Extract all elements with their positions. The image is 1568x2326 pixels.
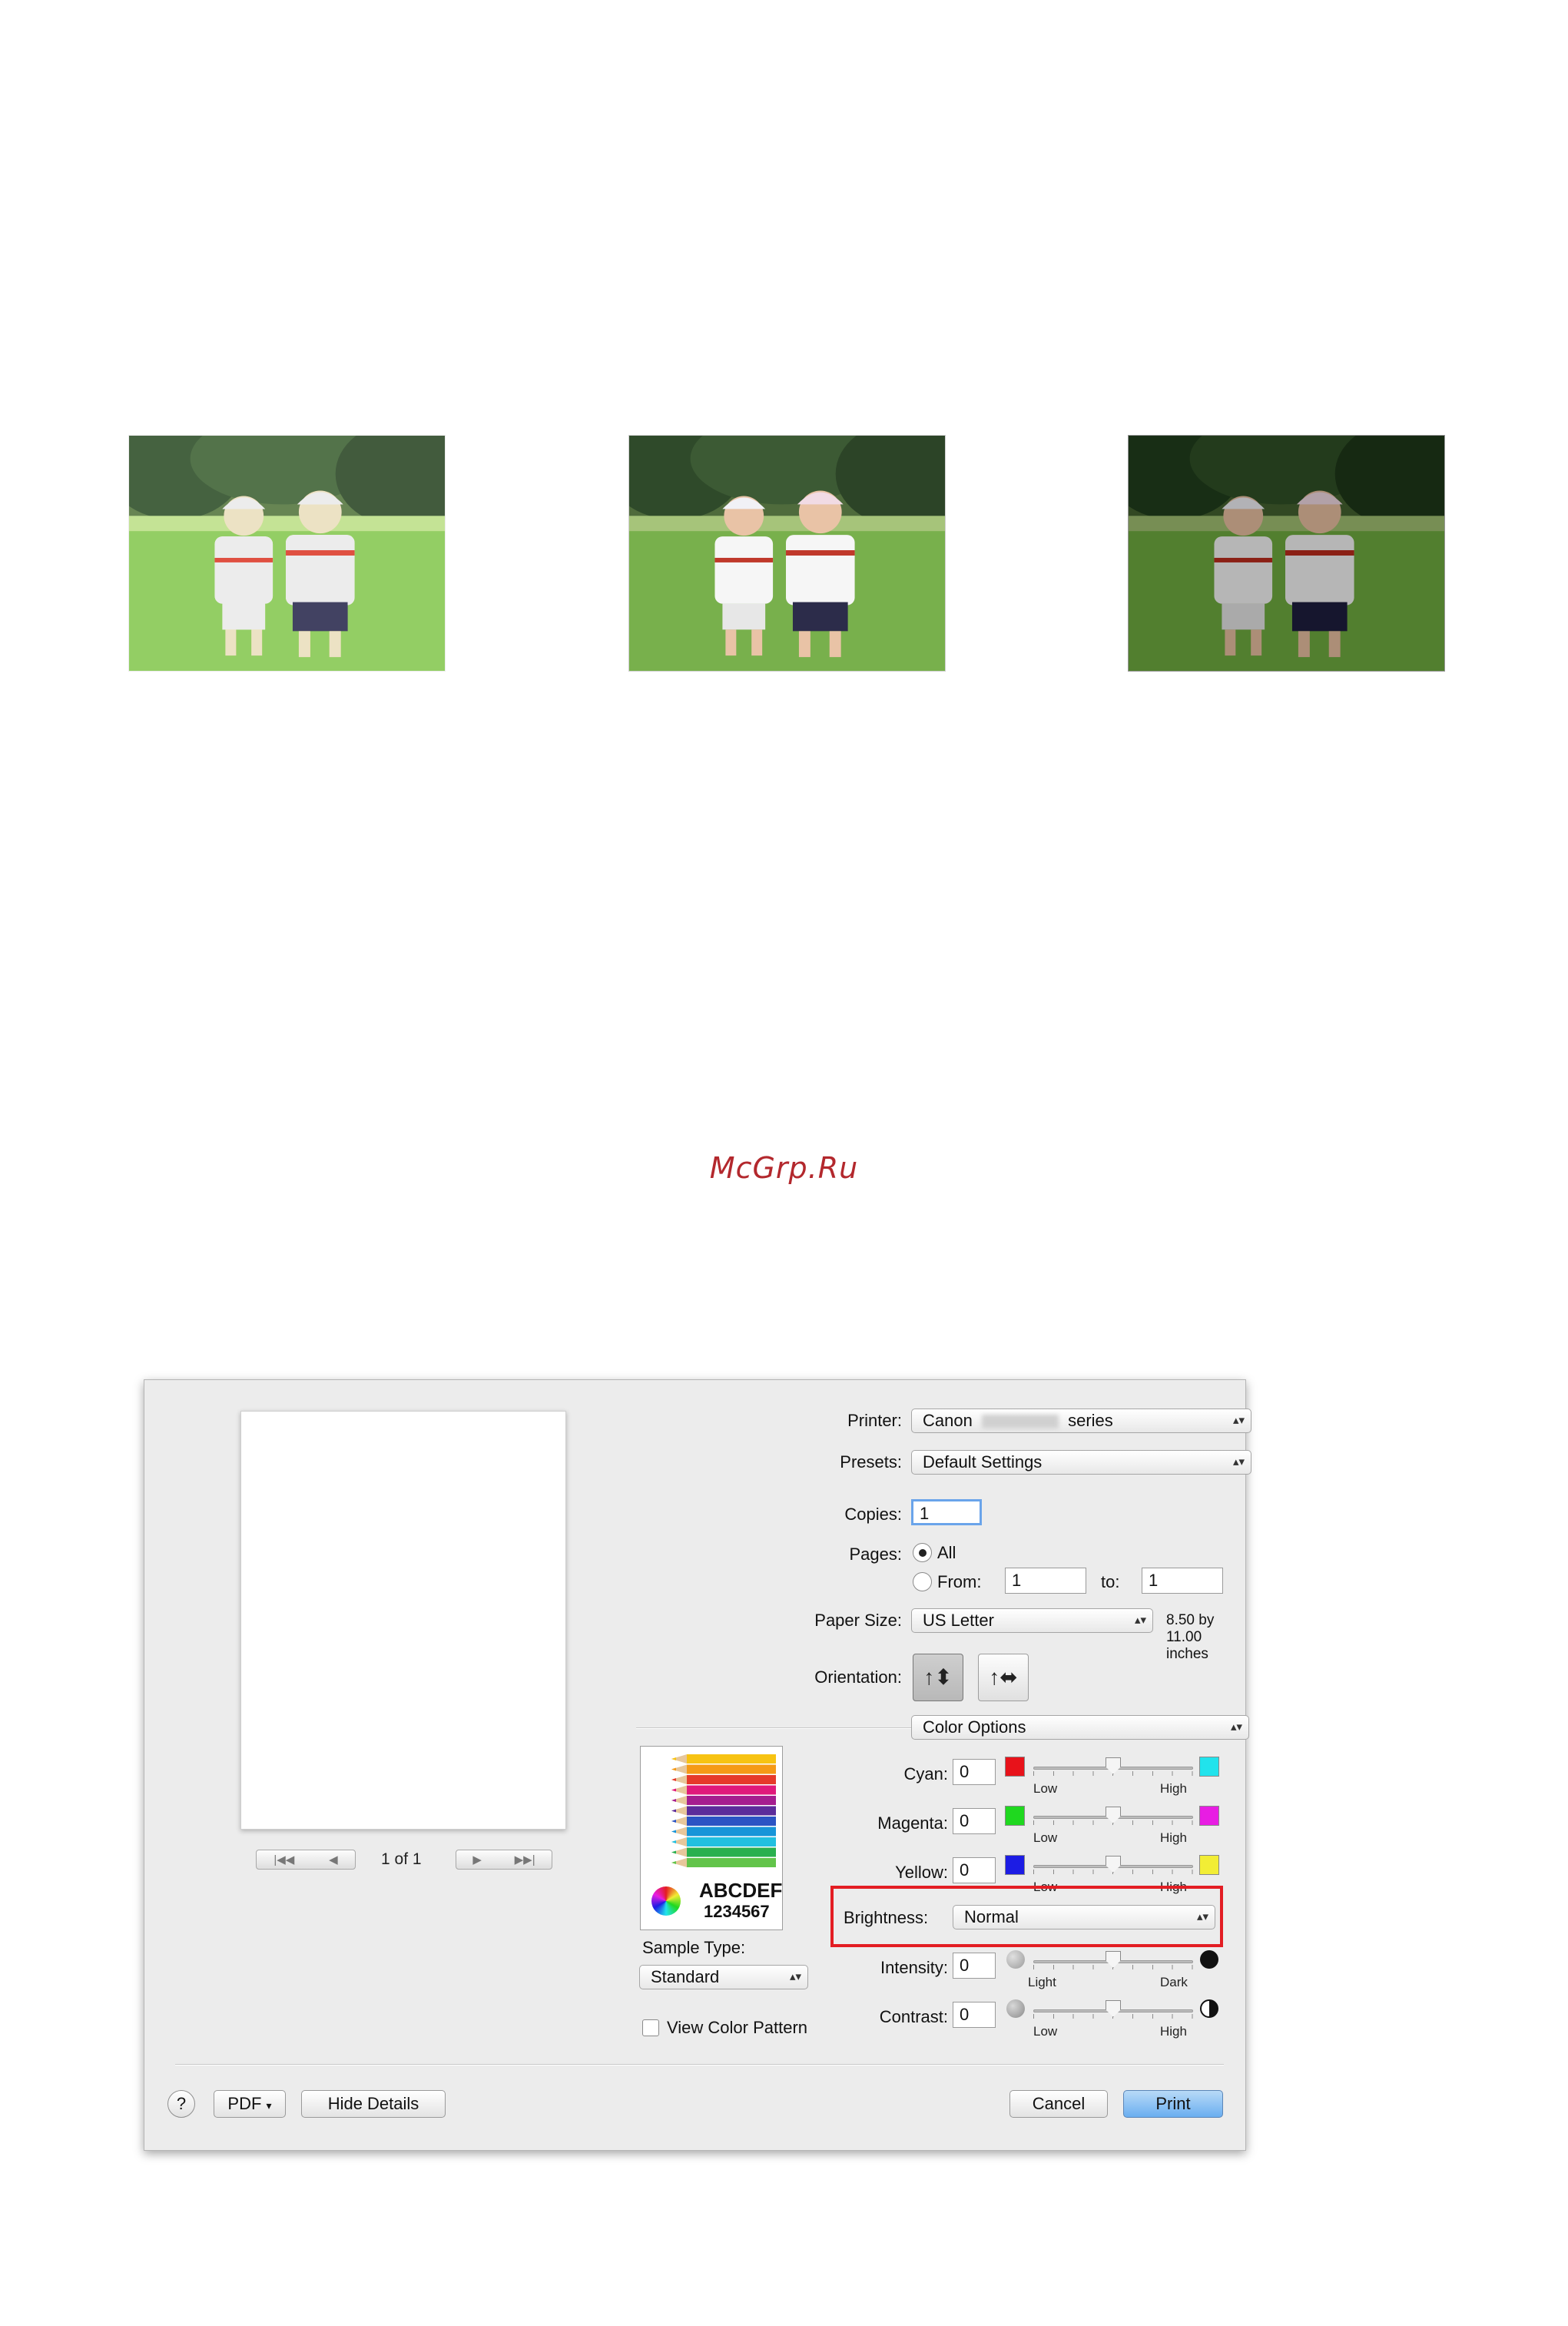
yellow-field[interactable]: 0 [953, 1857, 996, 1883]
chevron-down-icon: ▾ [266, 2099, 272, 2112]
magenta-label: Magenta: [877, 1813, 948, 1833]
printer-model-blurred [981, 1415, 1059, 1429]
cyan-high-swatch [1199, 1757, 1219, 1777]
light-icon [1006, 1950, 1025, 1969]
pages-from-label: From: [937, 1572, 982, 1591]
printer-name: Canon [923, 1411, 973, 1430]
presets-label: Presets: [840, 1452, 902, 1472]
view-color-pattern-label: View Color Pattern [667, 2018, 808, 2037]
last-page-icon[interactable]: ▶▶| [515, 1853, 535, 1866]
prev-page-icon[interactable]: ◀ [329, 1853, 338, 1866]
contrast-label: Contrast: [879, 2007, 948, 2026]
cyan-low-swatch [1005, 1757, 1025, 1777]
landscape-orientation-button[interactable]: ↑⬌ [978, 1654, 1029, 1701]
sample-text-numbers: 1234567 [704, 1902, 770, 1921]
pdf-menu-button[interactable]: PDF ▾ [214, 2090, 286, 2118]
yellow-label: Yellow: [895, 1863, 948, 1882]
copies-label: Copies: [844, 1505, 902, 1524]
printer-popup[interactable]: Canon series ▴▾ [911, 1409, 1251, 1433]
contrast-slider[interactable] [1033, 2000, 1193, 2019]
cyan-label: Cyan: [903, 1764, 948, 1783]
sample-type-label: Sample Type: [642, 1938, 746, 1957]
next-page-icon[interactable]: ▶ [472, 1853, 482, 1866]
cyan-field[interactable]: 0 [953, 1759, 996, 1785]
printer-label: Printer: [847, 1411, 902, 1430]
cancel-button[interactable]: Cancel [1009, 2090, 1108, 2118]
bottom-separator [175, 2064, 1224, 2066]
brightness-popup[interactable]: Normal ▴▾ [953, 1905, 1215, 1929]
portrait-icon: ↑⬍ [923, 1665, 953, 1689]
presets-popup[interactable]: Default Settings ▴▾ [911, 1450, 1251, 1475]
magenta-low-swatch [1005, 1806, 1025, 1826]
contrast-low-label: Low [1033, 2024, 1058, 2039]
paper-dimensions: 8.50 by 11.00 inches [1166, 1612, 1215, 1662]
popup-arrows-icon: ▴▾ [789, 1970, 801, 1983]
intensity-slider[interactable] [1033, 1951, 1193, 1969]
contrast-high-label: High [1160, 2024, 1187, 2039]
portrait-orientation-button[interactable]: ↑⬍ [913, 1654, 963, 1701]
yellow-low-swatch [1005, 1855, 1025, 1875]
magenta-high-label: High [1160, 1830, 1187, 1845]
orientation-label: Orientation: [814, 1667, 902, 1687]
color-sample-preview: ABCDEF 1234567 [640, 1746, 783, 1930]
popup-arrows-icon: ▴▾ [1134, 1614, 1146, 1627]
intensity-field[interactable]: 0 [953, 1953, 996, 1979]
magenta-slider[interactable] [1033, 1807, 1193, 1825]
paper-size-popup[interactable]: US Letter ▴▾ [911, 1608, 1153, 1633]
print-button[interactable]: Print [1123, 2090, 1223, 2118]
pages-all-label: All [937, 1543, 956, 1562]
sample-type-popup[interactable]: Standard ▴▾ [639, 1965, 808, 1989]
sample-text-letters: ABCDEF [699, 1879, 783, 1902]
paper-size-label: Paper Size: [814, 1611, 902, 1630]
intensity-label: Intensity: [880, 1958, 948, 1977]
contrast-field[interactable]: 0 [953, 2002, 996, 2028]
landscape-icon: ↑⬌ [989, 1665, 1018, 1689]
view-color-pattern-checkbox[interactable] [642, 2019, 659, 2036]
yellow-slider[interactable] [1033, 1856, 1193, 1874]
printer-series: series [1068, 1411, 1113, 1430]
preview-nav-back[interactable]: |◀◀ ◀ [256, 1850, 356, 1870]
color-wheel-icon [651, 1886, 681, 1916]
cyan-high-label: High [1160, 1781, 1187, 1796]
page-count: 1 of 1 [381, 1850, 422, 1868]
first-page-icon[interactable]: |◀◀ [273, 1853, 294, 1866]
pages-from-field[interactable]: 1 [1005, 1568, 1086, 1594]
sample-photo-dark [1128, 435, 1445, 672]
popup-arrows-icon: ▴▾ [1232, 1455, 1245, 1468]
popup-arrows-icon: ▴▾ [1232, 1414, 1245, 1427]
watermark-text: McGrp.Ru [709, 1151, 859, 1185]
magenta-high-swatch [1199, 1806, 1219, 1826]
pages-to-field[interactable]: 1 [1142, 1568, 1223, 1594]
panel-popup[interactable]: Color Options ▴▾ [911, 1715, 1249, 1740]
yellow-high-swatch [1199, 1855, 1219, 1875]
print-preview-page [240, 1411, 566, 1830]
copies-field[interactable]: 1 [911, 1499, 982, 1525]
popup-arrows-icon: ▴▾ [1230, 1720, 1242, 1734]
intensity-high-label: Dark [1160, 1975, 1188, 1989]
intensity-low-label: Light [1028, 1975, 1056, 1989]
pages-all-radio[interactable] [913, 1543, 932, 1562]
cyan-slider[interactable] [1033, 1757, 1193, 1776]
help-button[interactable]: ? [167, 2090, 195, 2118]
popup-arrows-icon: ▴▾ [1196, 1910, 1208, 1923]
magenta-low-label: Low [1033, 1830, 1058, 1845]
sample-photo-normal [628, 435, 946, 672]
high-contrast-icon [1200, 1999, 1218, 2018]
low-contrast-icon [1006, 1999, 1025, 2018]
hide-details-button[interactable]: Hide Details [301, 2090, 446, 2118]
print-dialog: |◀◀ ◀ 1 of 1 ▶ ▶▶| Printer: Canon series ▴… [144, 1379, 1251, 2151]
magenta-field[interactable]: 0 [953, 1808, 996, 1834]
pages-label: Pages: [849, 1545, 903, 1564]
dark-icon [1200, 1950, 1218, 1969]
sample-photo-light [128, 435, 446, 672]
preview-nav-forward[interactable]: ▶ ▶▶| [456, 1850, 552, 1870]
pages-from-radio[interactable] [913, 1572, 932, 1591]
pages-to-label: to: [1101, 1572, 1120, 1591]
cyan-low-label: Low [1033, 1781, 1058, 1796]
separator-left [636, 1727, 913, 1729]
